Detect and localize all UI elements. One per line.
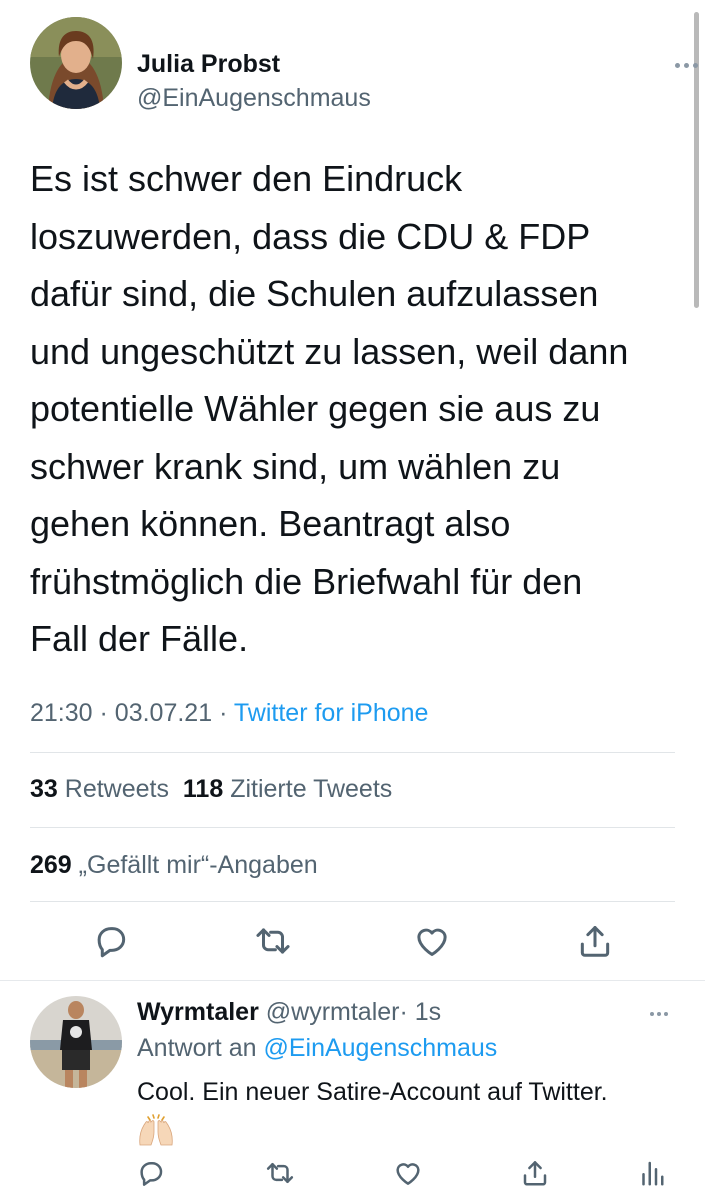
likes-count: 269 xyxy=(30,851,72,879)
reply-action-bar xyxy=(136,1158,676,1192)
reply-time[interactable]: 1s xyxy=(415,998,441,1026)
quotes-count: 118 xyxy=(182,775,224,803)
reply-author-name[interactable]: Wyrmtaler xyxy=(137,998,259,1026)
reply-to-handle-link[interactable]: @EinAugenschmaus xyxy=(263,1034,497,1062)
tweet-text-line: dafür sind, die Schulen aufzulassen xyxy=(30,273,599,314)
reply-to-label: Antwort an xyxy=(137,1034,257,1062)
tweet-text-line: und ungeschützt zu lassen, weil dann xyxy=(30,330,629,372)
tweet-text-line: Es ist schwer den Eindruck xyxy=(30,158,463,199)
reply-icon[interactable] xyxy=(136,1158,166,1188)
retweet-icon[interactable] xyxy=(254,922,292,960)
author-handle[interactable]: @EinAugenschmaus xyxy=(137,84,371,113)
reply-author-line: Wyrmtaler @wyrmtaler· 1s xyxy=(137,998,441,1027)
share-icon[interactable] xyxy=(576,922,614,960)
retweet-icon[interactable] xyxy=(265,1158,295,1188)
divider xyxy=(30,827,675,828)
reply-author-handle[interactable]: @wyrmtaler xyxy=(266,998,400,1026)
tweet-text-line: frühstmöglich die Briefwahl für den xyxy=(30,560,583,602)
reply-icon[interactable] xyxy=(92,922,130,960)
quotes-stat[interactable]: 118 Zitierte Tweets xyxy=(183,775,392,803)
tweet-text-line: Fall der Fälle. xyxy=(30,618,249,659)
reply-more-options-icon[interactable] xyxy=(650,1012,668,1016)
tweet-text-line: gehen können. Beantragt also xyxy=(30,503,511,544)
reply-tweet[interactable]: Wyrmtaler @wyrmtaler· 1s Antwort an @Ein… xyxy=(30,996,690,1200)
reply-text: Cool. Ein neuer Satire-Account auf Twitt… xyxy=(137,1078,608,1106)
more-options-icon[interactable] xyxy=(675,63,698,68)
divider xyxy=(30,901,675,902)
section-separator xyxy=(0,980,705,981)
meta-separator: · xyxy=(219,699,228,727)
like-icon[interactable] xyxy=(393,1158,423,1188)
reply-to-line: Antwort an @EinAugenschmaus xyxy=(137,1034,497,1063)
retweets-stat[interactable]: 33 Retweets xyxy=(30,775,169,803)
author-avatar[interactable] xyxy=(30,17,122,109)
tweet-action-bar xyxy=(92,922,622,960)
tweet-text-line: potentielle Wähler gegen sie aus zu xyxy=(30,388,601,429)
tweet-text-line: schwer krank sind, um wählen zu xyxy=(30,445,561,487)
author-name[interactable]: Julia Probst xyxy=(137,50,280,79)
tweet-date[interactable]: 03.07.21 xyxy=(115,699,212,727)
stats-retweets-quotes: 33 Retweets 118 Zitierte Tweets xyxy=(30,775,392,804)
reply-separator: · xyxy=(399,998,408,1026)
retweets-label: Retweets xyxy=(64,775,169,803)
like-icon[interactable] xyxy=(413,922,451,960)
tweet-meta: 21:30 · 03.07.21 · Twitter for iPhone xyxy=(30,699,428,728)
tweet-text-line: loszuwerden, dass die CDU & FDP xyxy=(30,215,591,257)
share-icon[interactable] xyxy=(520,1158,550,1188)
analytics-icon[interactable] xyxy=(636,1158,666,1188)
retweets-count: 33 xyxy=(30,775,58,803)
scrollbar[interactable] xyxy=(694,12,699,308)
likes-label: „Gefällt mir“-Angaben xyxy=(78,851,318,879)
reply-author-avatar[interactable] xyxy=(30,996,122,1088)
raising-hands-emoji xyxy=(137,1112,175,1146)
meta-separator: · xyxy=(99,699,108,727)
tweet-time[interactable]: 21:30 xyxy=(30,699,93,727)
tweet-header: Julia Probst @EinAugenschmaus xyxy=(30,17,698,113)
tweet-source-link[interactable]: Twitter for iPhone xyxy=(234,699,429,727)
quotes-label: Zitierte Tweets xyxy=(230,775,393,803)
divider xyxy=(30,752,675,753)
tweet-text: Es ist schwer den Eindruck loszuwerden, … xyxy=(30,150,680,668)
likes-stat[interactable]: 269 „Gefällt mir“-Angaben xyxy=(30,851,318,880)
